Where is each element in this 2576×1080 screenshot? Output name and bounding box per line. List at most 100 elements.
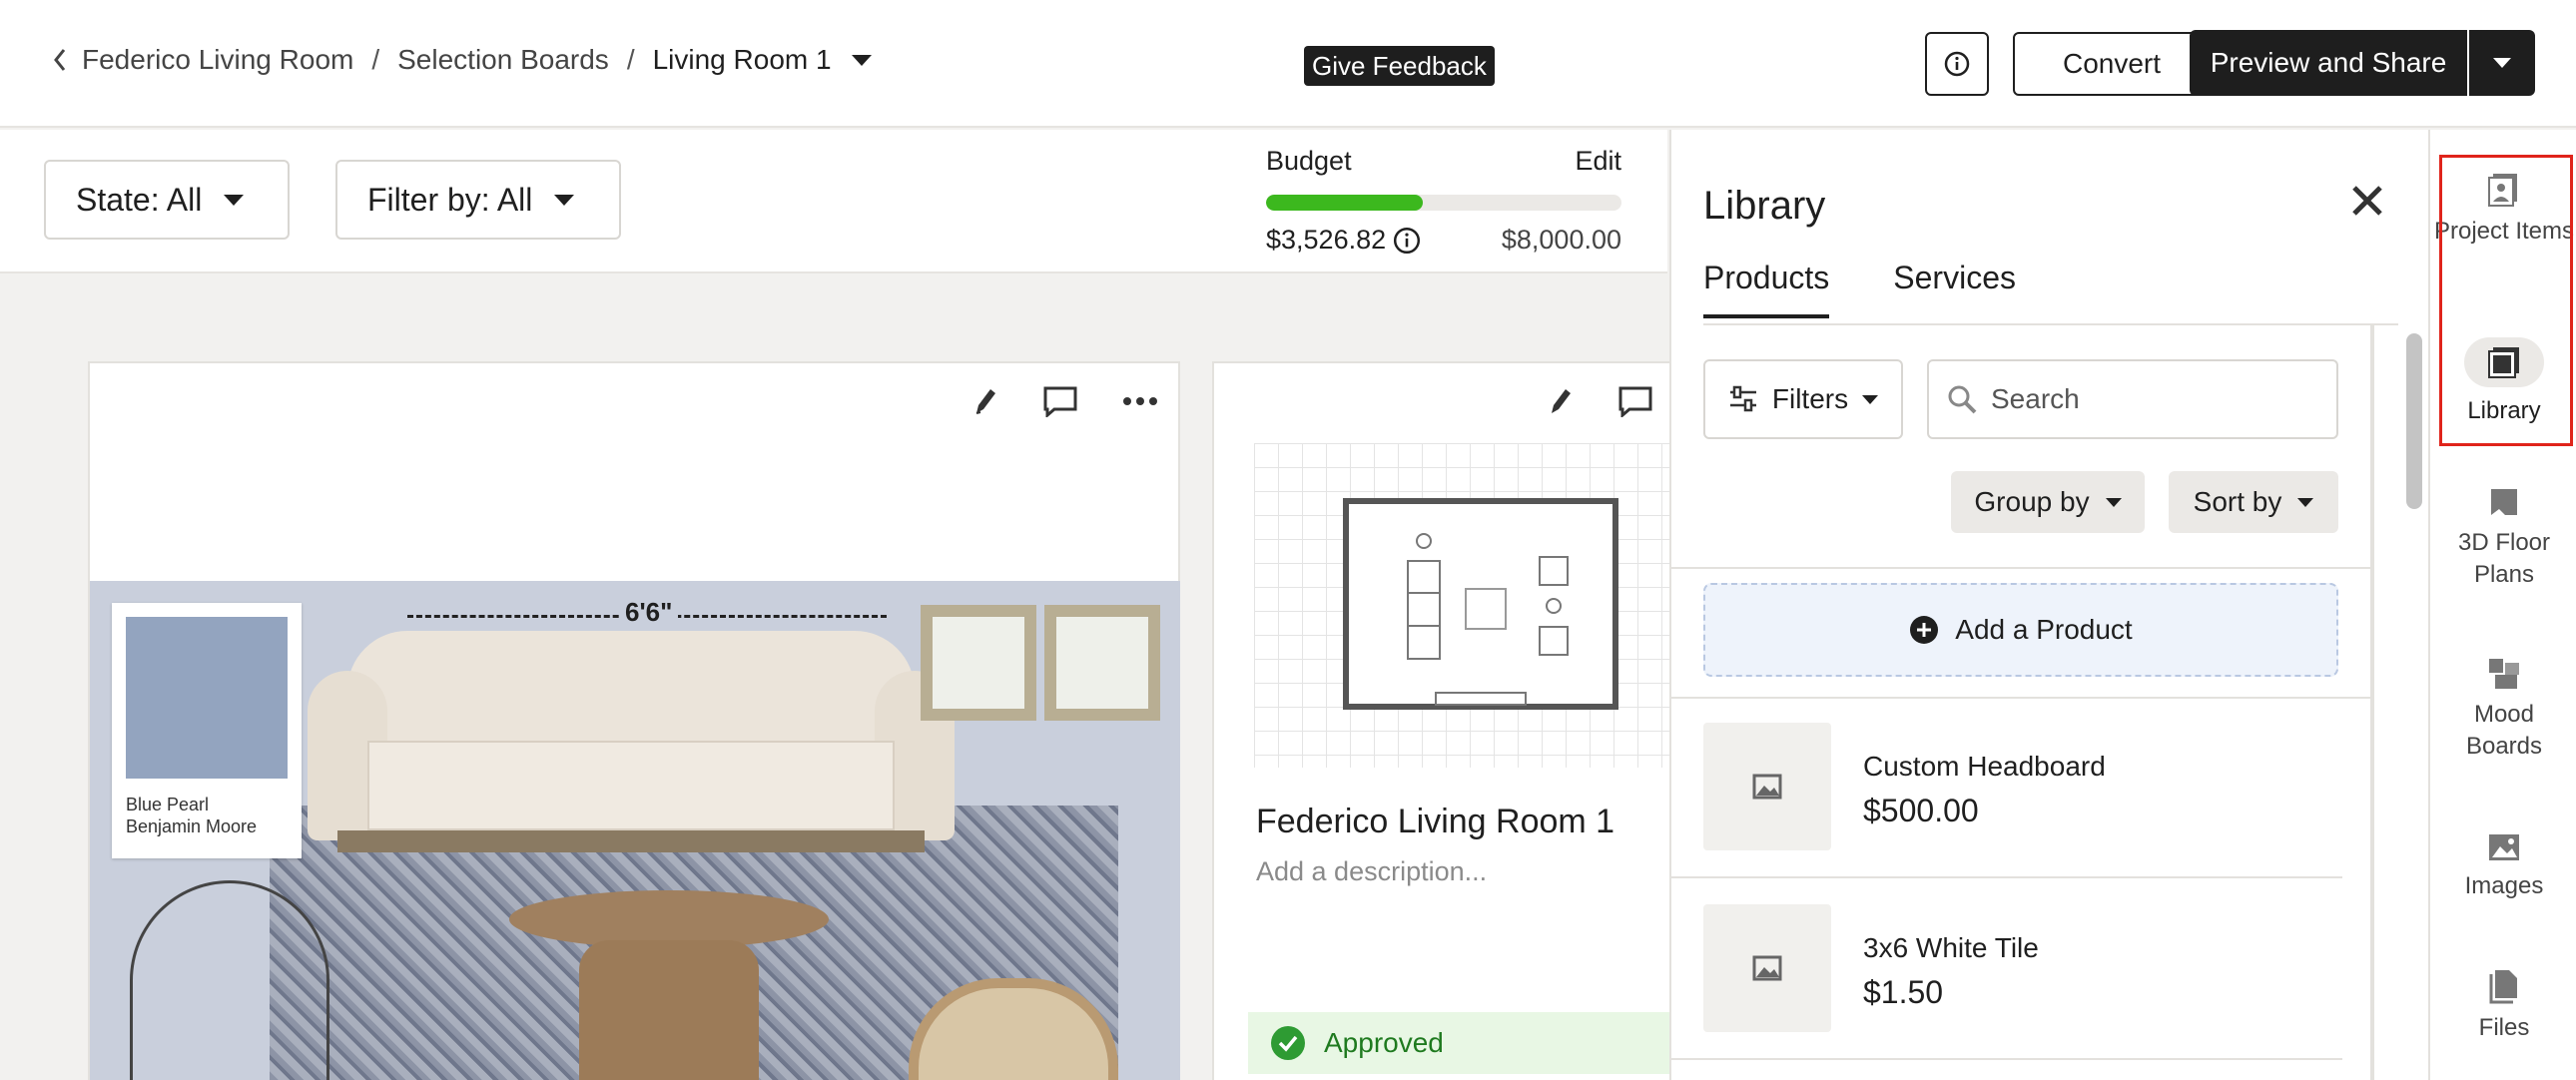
paint-swatch: Blue Pearl Benjamin Moore [112,603,302,858]
comment-icon[interactable] [1042,385,1078,417]
list-item[interactable]: Custom Headboard $500.00 [1671,699,2342,878]
product-price: $1.50 [1863,974,1944,1010]
scrollbar-thumb[interactable] [2406,333,2422,509]
group-by-label: Group by [1974,486,2090,517]
selection-card-floor-plan[interactable]: Federico Living Room 1 Add a description… [1212,361,1677,1080]
give-feedback-button[interactable]: Give Feedback [1304,46,1495,86]
library-tabs: Products Services [1703,260,2016,318]
info-button[interactable] [1925,32,1989,96]
filters-label: Filters [1771,383,1849,414]
status-label: Approved [1324,1027,1444,1058]
sidebar-item-3d-floor-plans[interactable]: 3D Floor Plans [2430,485,2576,591]
mood-board-image: Blue Pearl Benjamin Moore 6'6" [90,581,1180,1080]
budget-spent: $3,526.82 [1266,225,1387,255]
sidebar-item-label: Images [2464,872,2544,899]
bird-frame-1 [921,605,1036,721]
swatch-brand: Benjamin Moore [126,816,258,836]
caret-down-icon [1862,394,1879,404]
card-description-input[interactable]: Add a description... [1256,856,1487,887]
breadcrumb-separator: / [371,44,380,75]
search-icon [1948,385,1977,414]
budget-edit-link[interactable]: Edit [1575,146,1621,177]
sidebar-item-images[interactable]: Images [2430,832,2576,902]
card-title[interactable]: Federico Living Room 1 [1256,803,1614,841]
preview-options-button[interactable] [2469,30,2535,96]
product-thumbnail [1703,723,1831,850]
divider [1671,567,2370,569]
add-product-label: Add a Product [1955,614,2133,645]
budget-label: Budget [1266,146,1352,176]
budget-total: $8,000.00 [1501,225,1621,255]
mood-board-icon [2489,659,2519,689]
caret-down-icon [2493,58,2511,68]
image-placeholder-icon [1752,955,1782,981]
plus-circle-icon [1910,616,1939,644]
chevron-down-icon[interactable] [851,54,872,66]
budget-progress-fill [1266,195,1423,211]
tab-services[interactable]: Services [1893,260,2016,318]
info-icon [1944,51,1970,77]
library-title: Library [1703,184,1826,228]
add-product-button[interactable]: Add a Product [1703,583,2338,677]
image-icon [2489,834,2519,860]
more-options-icon[interactable] [1122,396,1158,406]
sidebar-item-label: 3D Floor Plans [2457,529,2551,588]
preview-and-share-button[interactable]: Preview and Share [2190,30,2467,96]
sidebar-item-files[interactable]: Files [2430,968,2576,1044]
card-actions [1544,385,1653,417]
state-filter-label: State: All [76,181,203,218]
library-panel: Library Products Services Filters Group … [1669,130,2428,1080]
card-actions [968,385,1158,417]
filter-by-dropdown[interactable]: Filter by: All [335,160,621,240]
sort-by-dropdown[interactable]: Sort by [2169,471,2338,533]
product-name: Custom Headboard [1863,751,2106,782]
breadcrumb: Federico Living Room / Selection Boards … [52,44,872,76]
search-input[interactable] [1991,383,2310,415]
budget-progress-bar [1266,195,1621,211]
caret-down-icon [224,194,245,206]
tabs-divider [1703,323,2398,325]
sidebar-highlight-box [2439,155,2573,446]
product-thumbnail [1703,904,1831,1032]
breadcrumb-project[interactable]: Federico Living Room [82,44,353,76]
selection-card-mood-board[interactable]: Blue Pearl Benjamin Moore 6'6" [88,361,1180,1080]
close-icon[interactable] [2350,184,2384,223]
budget-widget: Budget Edit $3,526.82 $8,000.00 [1266,146,1621,256]
search-field[interactable] [1927,359,2338,439]
comment-icon[interactable] [1617,385,1653,417]
floor-plan-icon [2491,489,2517,515]
status-badge: Approved [1248,1012,1677,1074]
state-filter-dropdown[interactable]: State: All [44,160,290,240]
caret-down-icon [2105,497,2122,507]
pencil-icon[interactable] [1544,385,1574,417]
file-icon [2489,970,2517,1004]
list-item[interactable]: 3x6 White Tile $1.50 [1671,880,2342,1060]
filters-button[interactable]: Filters [1703,359,1903,439]
caret-down-icon [2297,497,2314,507]
sliders-icon [1729,385,1756,412]
breadcrumb-selection-boards[interactable]: Selection Boards [397,44,609,76]
sort-by-label: Sort by [2193,486,2282,517]
breadcrumb-separator: / [626,44,635,75]
bird-frame-2 [1044,605,1160,721]
board-toolbar: State: All Filter by: All Budget Edit $3… [0,130,1667,273]
caret-down-icon [554,194,575,206]
sidebar-item-label: Mood Boards [2465,701,2543,760]
dimension-label: 6'6" [619,597,679,628]
product-price: $500.00 [1863,793,1979,828]
chevron-left-icon[interactable] [52,47,68,73]
breadcrumb-current-board[interactable]: Living Room 1 [653,44,832,76]
chandelier-image [130,880,329,1080]
image-placeholder-icon [1752,774,1782,800]
group-by-dropdown[interactable]: Group by [1951,471,2145,533]
info-icon[interactable] [1392,226,1422,256]
coffee-table-image [509,890,829,1080]
tab-products[interactable]: Products [1703,260,1830,318]
convert-button[interactable]: Convert [2013,32,2211,96]
swatch-color [126,617,288,779]
check-circle-icon [1271,1026,1305,1060]
filter-by-label: Filter by: All [367,181,533,218]
sidebar-item-mood-boards[interactable]: Mood Boards [2430,657,2576,763]
sidebar-item-label: Files [2478,1014,2530,1041]
pencil-icon[interactable] [968,385,998,417]
